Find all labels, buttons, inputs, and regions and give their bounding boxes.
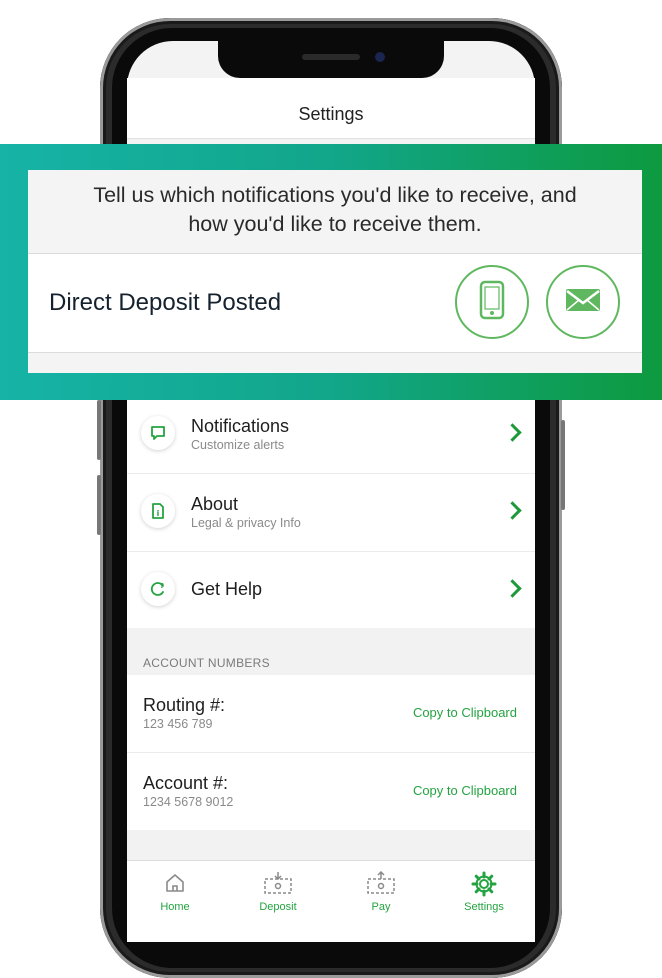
tab-deposit[interactable]: Deposit <box>238 871 318 913</box>
menu-item-title: Notifications <box>191 416 290 436</box>
phone-icon <box>477 280 507 325</box>
tab-label: Settings <box>464 901 504 913</box>
account-number-row: Account #: 1234 5678 9012 Copy to Clipbo… <box>127 753 535 831</box>
menu-item-get-help[interactable]: ? Get Help <box>127 552 535 630</box>
tab-home[interactable]: Home <box>135 871 215 913</box>
menu-item-title: Get Help <box>191 579 263 599</box>
section-header: ACCOUNT NUMBERS <box>143 656 270 670</box>
gear-icon <box>444 871 524 897</box>
pay-icon <box>341 871 421 897</box>
chevron-right-icon <box>503 579 522 598</box>
front-camera <box>375 52 385 62</box>
menu-item-about[interactable]: i About Legal & privacy Info <box>127 474 535 552</box>
menu-item-subtitle: Customize alerts <box>191 438 285 452</box>
chevron-right-icon <box>503 423 522 442</box>
menu-item-subtitle: Legal & privacy Info <box>191 516 301 530</box>
callout-footer <box>28 352 642 373</box>
help-bubble-icon: ? <box>141 572 175 606</box>
home-icon <box>135 871 215 897</box>
chat-bubble-icon <box>141 416 175 450</box>
sms-toggle-button[interactable] <box>455 265 529 339</box>
routing-value: 123 456 789 <box>143 717 213 731</box>
settings-menu: Notifications Customize alerts i About L… <box>127 396 535 630</box>
notification-preference-row: Direct Deposit Posted <box>28 254 642 352</box>
copy-account-button[interactable]: Copy to Clipboard <box>413 783 517 798</box>
menu-item-title: About <box>191 494 239 514</box>
email-toggle-button[interactable] <box>546 265 620 339</box>
tab-label: Pay <box>371 901 391 913</box>
account-value: 1234 5678 9012 <box>143 795 234 809</box>
navigation-bar: Settings <box>127 78 535 139</box>
document-info-icon: i <box>141 494 175 528</box>
account-numbers-list: Routing #: 123 456 789 Copy to Clipboard… <box>127 675 535 831</box>
svg-text:?: ? <box>160 582 164 590</box>
page-title: Settings <box>298 104 364 124</box>
copy-routing-button[interactable]: Copy to Clipboard <box>413 705 517 720</box>
speaker-grille <box>302 54 360 60</box>
deposit-icon <box>238 871 318 897</box>
callout-message-line: how you'd like to receive them. <box>188 212 482 236</box>
menu-item-notifications[interactable]: Notifications Customize alerts <box>127 396 535 474</box>
svg-text:i: i <box>157 509 160 518</box>
email-icon <box>563 285 603 320</box>
volume-down-button <box>97 475 101 535</box>
routing-number-row: Routing #: 123 456 789 Copy to Clipboard <box>127 675 535 753</box>
callout-message-line: Tell us which notifications you'd like t… <box>93 183 577 207</box>
tab-bar: Home Deposit Pay Settings <box>127 860 535 942</box>
routing-label: Routing #: <box>143 695 226 715</box>
chevron-right-icon <box>503 501 522 520</box>
tab-pay[interactable]: Pay <box>341 871 421 913</box>
tab-settings[interactable]: Settings <box>444 871 524 913</box>
tab-label: Home <box>160 901 190 913</box>
account-label: Account #: <box>143 773 229 793</box>
callout-message: Tell us which notifications you'd like t… <box>28 170 642 254</box>
power-button <box>561 420 565 510</box>
tab-label: Deposit <box>259 901 297 913</box>
preference-label: Direct Deposit Posted <box>49 289 282 316</box>
section-spacer <box>127 830 535 860</box>
volume-up-button <box>97 400 101 460</box>
